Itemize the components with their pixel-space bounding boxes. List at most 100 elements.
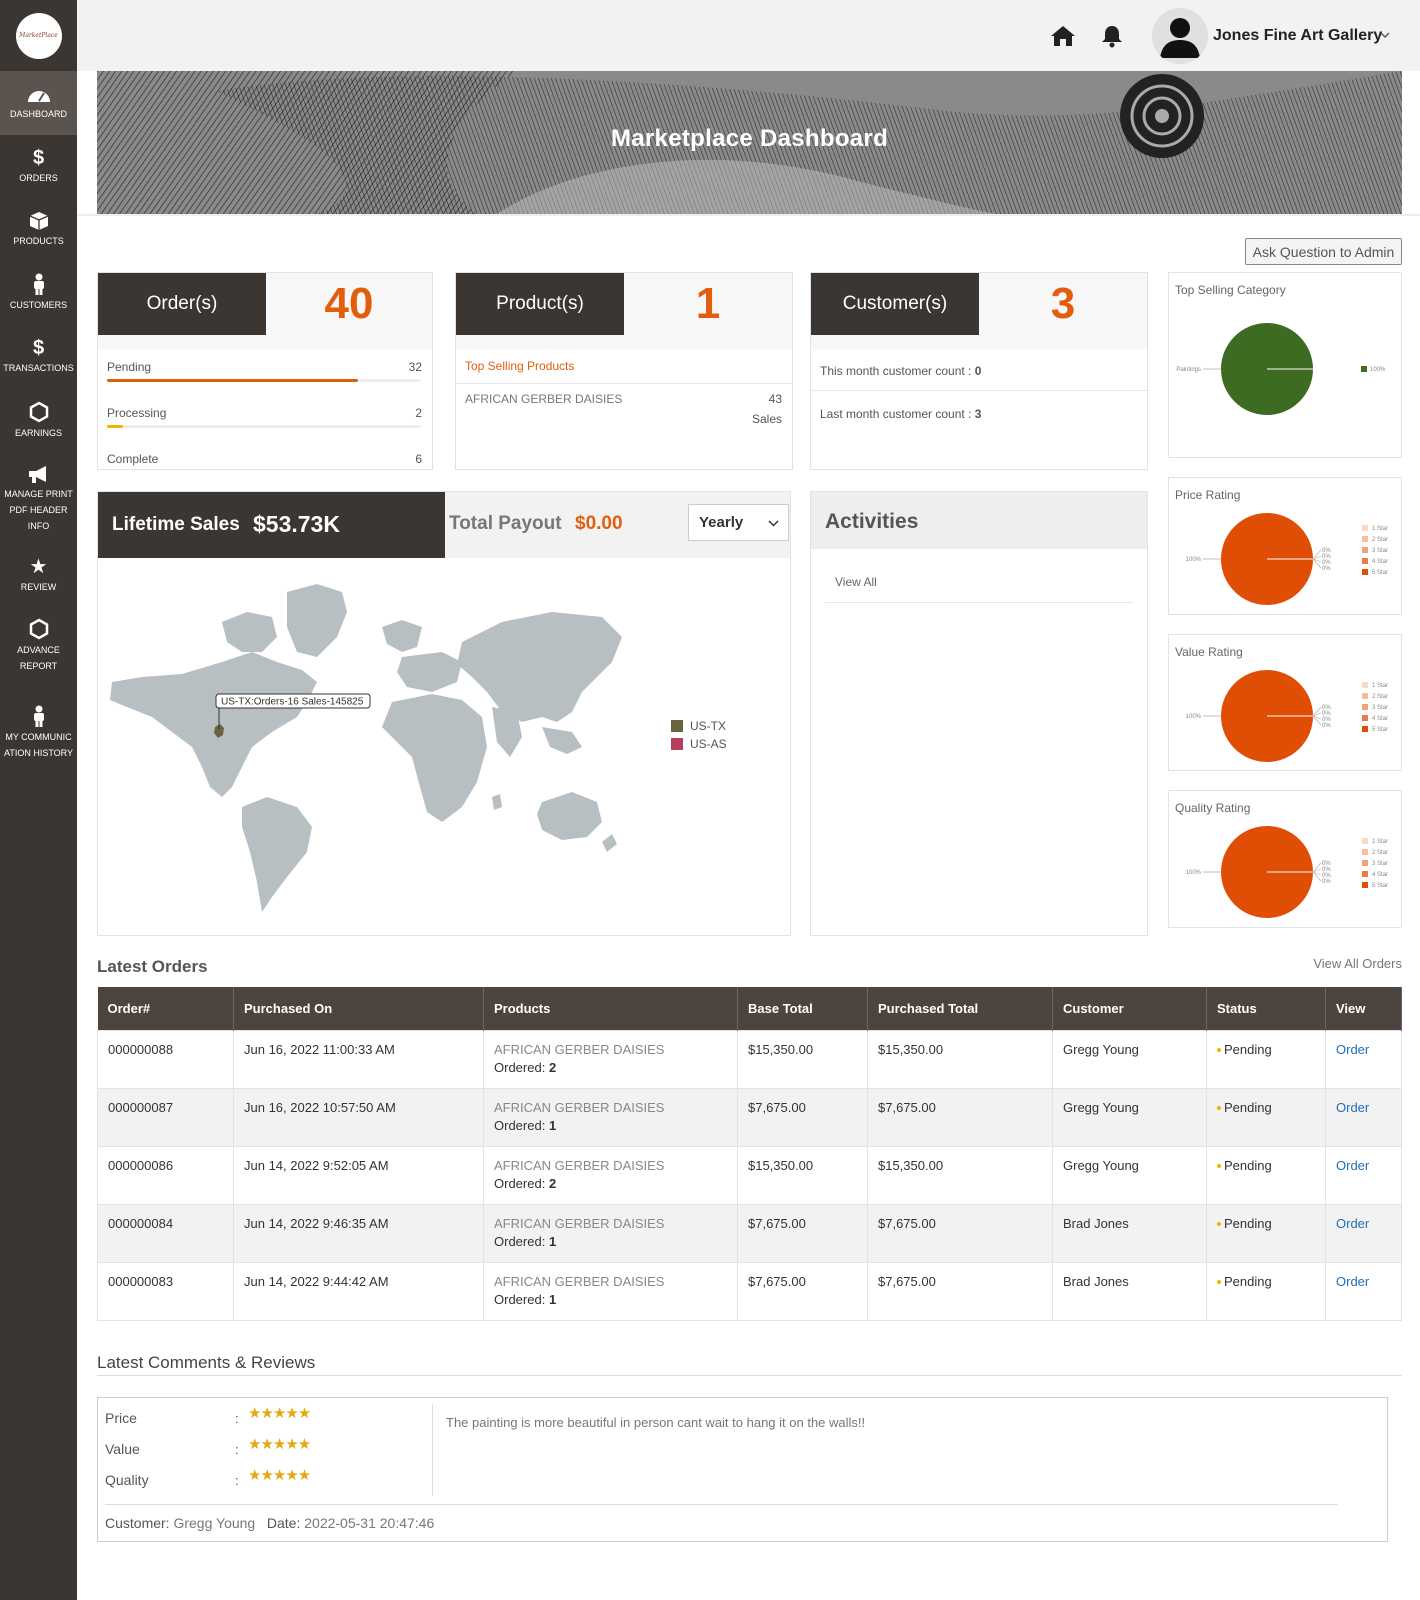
bell-icon[interactable] [1101,24,1123,48]
sidebar-item-earnings[interactable]: EARNINGS [0,389,77,453]
home-icon[interactable] [1050,24,1076,48]
orders-card-title: Order(s) [98,273,266,335]
view-cell: Order [1325,1261,1402,1321]
lifetime-sales-label: Lifetime Sales [112,514,240,535]
column-header: Base Total [737,987,868,1030]
view-order-link[interactable]: Order [1336,1100,1369,1115]
price-stars: ★★★★★ [248,1405,311,1422]
value-stars: ★★★★★ [248,1436,311,1453]
hexagon-icon [29,618,48,640]
status-badge: Pending [1224,1157,1272,1173]
price-rating-panel: Price Rating 100% 0% 0% 0% 0% 1 Star 2 Star 3 S… [1168,477,1402,615]
legend-label: 4 Star [1372,872,1388,878]
pie-label: Paintings [1176,367,1201,373]
last-month-label: Last month customer count : [820,407,972,421]
last-month-value: 3 [974,407,982,421]
customers-count: 3 [979,273,1147,335]
view-order-link[interactable]: Order [1336,1216,1369,1231]
status-cell: Pending [1206,1145,1326,1205]
purchased-on: Jun 16, 2022 11:00:33 AM [233,1029,484,1089]
legend-swatch [1362,569,1368,575]
sales-label: Sales [751,412,782,426]
table-row: 000000083 Jun 14, 2022 9:44:42 AM AFRICA… [97,1261,1402,1321]
legend-swatch [1361,366,1367,372]
customers-card-title: Customer(s) [811,273,979,335]
sidebar-item-transactions[interactable]: $ TRANSACTIONS [0,325,77,389]
customer-name: Brad Jones [1052,1261,1207,1321]
total-payout-value: $0.00 [575,513,623,534]
base-total: $7,675.00 [737,1087,868,1147]
sidebar-item-dashboard[interactable]: DASHBOARD [0,71,77,135]
review-customer: Gregg Young [173,1515,256,1531]
chevron-down-icon[interactable] [1380,32,1390,39]
separator: : [235,1442,239,1457]
column-header: Order# [97,987,234,1030]
product-name[interactable]: AFRICAN GERBER DAISIES [494,1216,727,1231]
ordered-label: Ordered: [494,1117,546,1133]
purchased-total: $15,350.00 [867,1145,1053,1205]
sidebar-label: ADVANCE REPORT [17,645,60,671]
user-name[interactable]: Jones Fine Art Gallery [1213,27,1382,45]
legend-swatch [1362,726,1368,732]
sidebar-item-products[interactable]: PRODUCTS [0,199,77,261]
card-spacer [456,335,792,349]
period-select[interactable]: Yearly [688,504,789,541]
view-order-link[interactable]: Order [1336,1158,1369,1173]
pie-label: 100% [1186,557,1202,563]
base-total: $15,350.00 [737,1145,868,1205]
product-name[interactable]: AFRICAN GERBER DAISIES [494,1100,727,1115]
avatar[interactable] [1152,8,1208,64]
pie-label: 100% [1186,714,1202,720]
product-cell: AFRICAN GERBER DAISIES Ordered: 1 [483,1261,738,1321]
product-name[interactable]: AFRICAN GERBER DAISIES [494,1274,727,1289]
lifetime-sales-value: $53.73K [253,511,340,537]
sidebar-item-advance-report[interactable]: ADVANCE REPORT [0,607,77,685]
divider [432,1404,433,1496]
product-name[interactable]: AFRICAN GERBER DAISIES [494,1042,727,1057]
column-header: Customer [1052,987,1207,1030]
status-dot-icon [1217,1280,1221,1285]
sidebar-item-manage-print[interactable]: MANAGE PRINT PDF HEADER INFO [0,453,77,545]
column-header: Status [1206,987,1326,1030]
world-map[interactable]: US-TX:Orders-16 Sales-145825 [102,582,632,922]
activities-view-all-link[interactable]: View All [835,575,877,589]
purchased-on: Jun 14, 2022 9:46:35 AM [233,1203,484,1263]
legend-swatch [1362,536,1368,542]
activities-panel: Activities View All [810,491,1148,936]
view-cell: Order [1325,1087,1402,1147]
view-all-orders-link[interactable]: View All Orders [1313,956,1402,971]
value-rating-chart: 100%0%0%0%0%1 Star2 Star3 Star4 Star5 St… [1186,670,1388,762]
view-order-link[interactable]: Order [1336,1042,1369,1057]
legend-us-tx: US-TX [690,719,726,733]
legend-label: 1 Star [1372,683,1388,689]
purchased-total: $7,675.00 [867,1087,1053,1147]
customers-card: Customer(s) 3 This month customer count … [810,272,1148,470]
view-order-link[interactable]: Order [1336,1274,1369,1289]
ordered-qty: 1 [548,1291,557,1307]
banner: Marketplace Dashboard [97,71,1402,214]
order-number: 000000087 [97,1087,234,1147]
sidebar-label: DASHBOARD [9,109,67,119]
sidebar-item-review[interactable]: ★ REVIEW [0,545,77,607]
logo[interactable]: MarketPlace [0,0,77,71]
products-card-title: Product(s) [456,273,624,335]
this-month-value: 0 [974,364,982,378]
legend-swatch [1362,525,1368,531]
logo-badge: MarketPlace [15,12,62,59]
status-dot-icon [1217,1106,1221,1111]
card-spacer [98,335,432,349]
map-tooltip: US-TX:Orders-16 Sales-145825 [221,697,364,708]
legend-label: 2 Star [1372,850,1388,856]
top-selling-products-label[interactable]: Top Selling Products [465,359,574,373]
ask-question-button[interactable]: Ask Question to Admin [1245,238,1402,265]
sidebar-item-communication-history[interactable]: MY COMMUNICATION HISTORY [0,685,77,781]
top-product-name[interactable]: AFRICAN GERBER DAISIES [465,392,622,406]
reviews-title: Latest Comments & Reviews [97,1353,316,1372]
divider [825,602,1133,603]
sidebar-item-customers[interactable]: CUSTOMERS [0,261,77,325]
processing-label: Processing [107,406,167,420]
status-badge: Pending [1224,1041,1272,1057]
product-name[interactable]: AFRICAN GERBER DAISIES [494,1158,727,1173]
sidebar-item-orders[interactable]: $ ORDERS [0,135,77,199]
review-meta: Customer: Gregg Young Date: 2022-05-31 2… [105,1515,434,1531]
